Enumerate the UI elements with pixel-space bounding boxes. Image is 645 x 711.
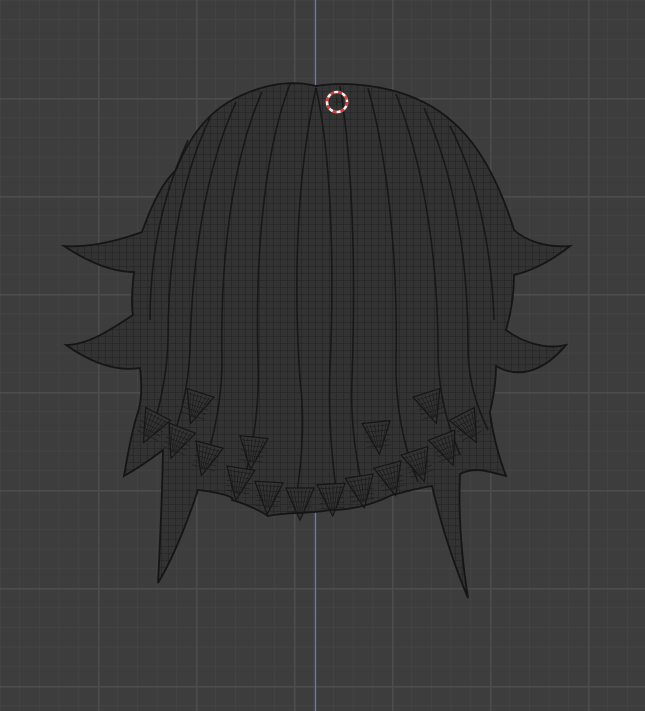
3d-viewport[interactable] — [0, 0, 645, 711]
viewport-canvas[interactable] — [0, 0, 645, 711]
